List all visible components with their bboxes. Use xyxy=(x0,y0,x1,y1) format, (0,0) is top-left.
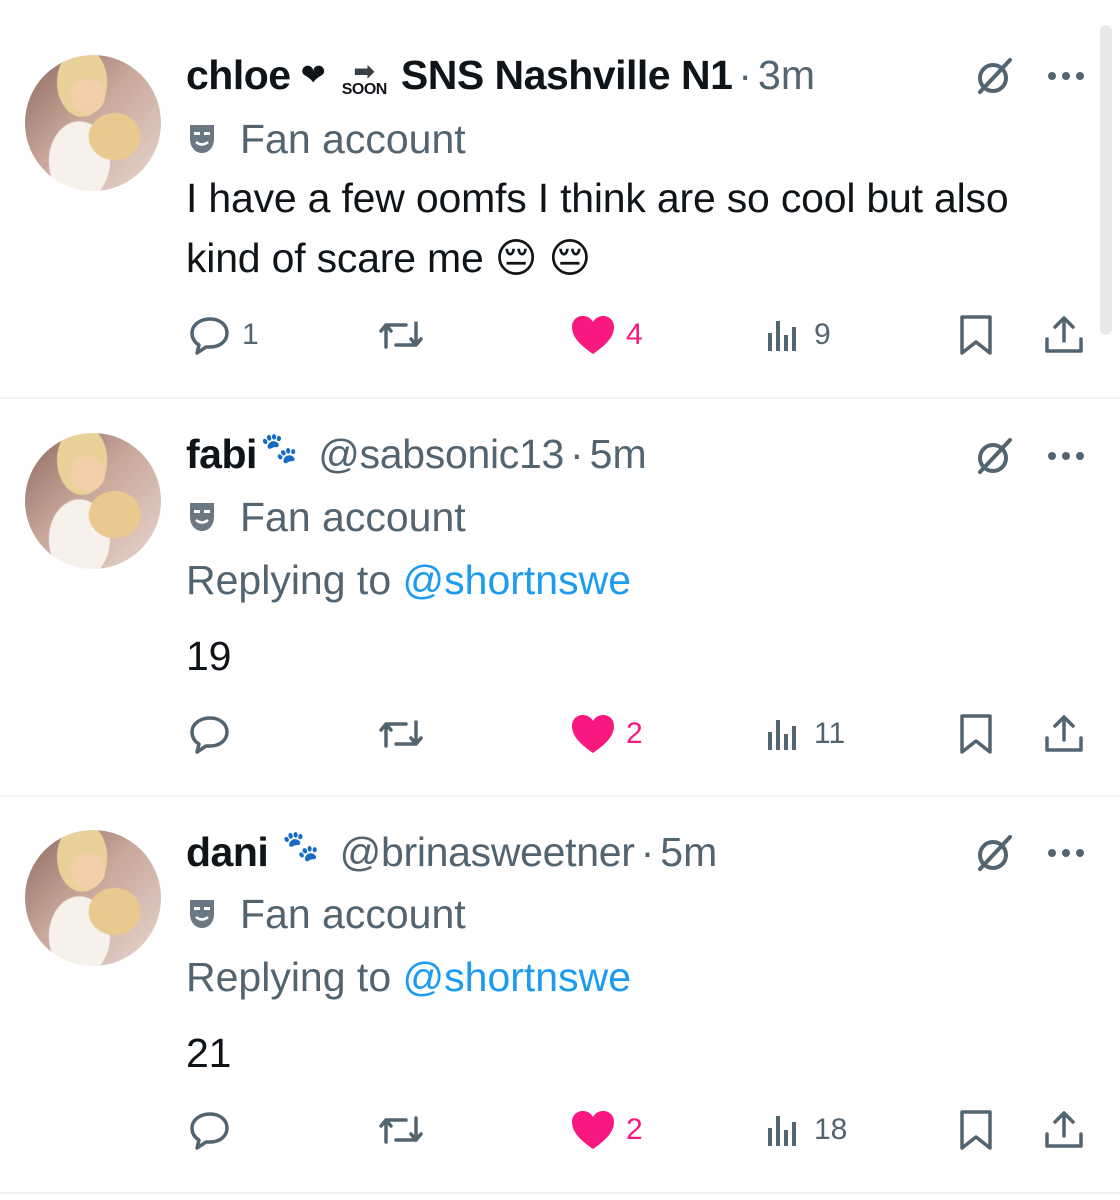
reply-button[interactable]: 1 xyxy=(188,310,259,360)
tweet-actions: 1 4 9 xyxy=(186,310,1086,360)
tweet-3[interactable]: dani 🐾 @brinasweetner · 5m Fan account R… xyxy=(0,797,1120,1193)
share-button[interactable] xyxy=(1042,1105,1086,1155)
timestamp[interactable]: 3m xyxy=(758,52,815,99)
heart-icon xyxy=(572,316,614,354)
avatar[interactable] xyxy=(25,830,161,966)
views-count: 18 xyxy=(814,1113,848,1146)
retweet-button[interactable] xyxy=(376,1105,426,1155)
like-count: 2 xyxy=(626,1113,643,1146)
theater-mask-icon xyxy=(186,122,218,156)
badge-label: Fan account xyxy=(240,890,466,937)
user-handle[interactable]: @sabsonic13 xyxy=(318,431,564,478)
replying-to: Replying to @shortnswe xyxy=(186,557,631,604)
reply-button[interactable] xyxy=(188,1105,242,1155)
tweet-actions: 2 11 xyxy=(186,709,1086,759)
reply-count: 1 xyxy=(242,318,259,351)
grok-icon[interactable] xyxy=(970,829,1018,877)
like-button[interactable]: 2 xyxy=(570,709,643,759)
like-button[interactable]: 4 xyxy=(570,310,643,360)
divider xyxy=(0,1192,1120,1194)
views-icon xyxy=(768,1116,796,1146)
theater-mask-icon xyxy=(186,897,218,931)
grok-icon[interactable] xyxy=(970,52,1018,100)
tweet-1[interactable]: chloe ❤ ➡ SOON SNS Nashville N1 · 3m Fan… xyxy=(0,0,1120,398)
share-icon xyxy=(1045,316,1083,353)
soon-arrow-icon: ➡ SOON xyxy=(341,56,388,98)
tweet-text: 19 xyxy=(186,633,232,679)
reply-icon xyxy=(190,1112,229,1150)
heart-emoji-icon: ❤ xyxy=(300,58,326,92)
display-name[interactable]: fabi xyxy=(186,431,257,478)
avatar[interactable] xyxy=(25,433,161,569)
bookmark-icon xyxy=(960,315,992,355)
replying-to: Replying to @shortnswe xyxy=(186,954,631,1001)
replying-prefix: Replying to xyxy=(186,954,403,1000)
fan-account-badge: Fan account xyxy=(186,114,466,164)
user-handle[interactable]: @brinasweetner xyxy=(340,829,635,876)
views-button[interactable]: 9 xyxy=(764,310,831,360)
tweet-text: I have a few oomfs I think are so cool b… xyxy=(186,175,1009,281)
more-options-icon[interactable] xyxy=(1042,52,1090,100)
reply-icon xyxy=(190,317,229,355)
views-button[interactable]: 18 xyxy=(764,1105,847,1155)
tweet-2[interactable]: fabi 🐾 @sabsonic13 · 5m Fan account Repl… xyxy=(0,399,1120,795)
separator-dot: · xyxy=(570,430,584,477)
like-button[interactable]: 2 xyxy=(570,1105,643,1155)
display-name[interactable]: chloe xyxy=(186,52,291,99)
views-icon xyxy=(768,321,796,351)
timestamp[interactable]: 5m xyxy=(590,431,647,478)
bookmark-button[interactable] xyxy=(956,310,996,360)
tweet-text: 21 xyxy=(186,1030,232,1076)
bookmark-icon xyxy=(960,714,992,754)
more-options-icon[interactable] xyxy=(1042,432,1090,480)
retweet-icon xyxy=(379,321,423,349)
separator-dot: · xyxy=(738,51,753,98)
badge-label: Fan account xyxy=(240,115,466,162)
share-button[interactable] xyxy=(1042,310,1086,360)
heart-icon xyxy=(572,715,614,753)
views-count: 11 xyxy=(814,717,846,750)
scrollbar[interactable] xyxy=(1100,25,1112,335)
more-options-icon[interactable] xyxy=(1042,829,1090,877)
paw-prints-icon: 🐾 xyxy=(282,829,320,863)
retweet-icon xyxy=(379,1116,423,1144)
bookmark-icon xyxy=(960,1110,992,1150)
reply-button[interactable] xyxy=(188,709,242,759)
views-icon xyxy=(768,720,796,750)
theater-mask-icon xyxy=(186,500,218,534)
like-count: 4 xyxy=(626,318,643,351)
retweet-button[interactable] xyxy=(376,310,426,360)
replying-prefix: Replying to xyxy=(186,557,403,603)
replying-handle-link[interactable]: @shortnswe xyxy=(403,954,631,1000)
badge-label: Fan account xyxy=(240,493,466,540)
bookmark-button[interactable] xyxy=(956,709,996,759)
bookmark-button[interactable] xyxy=(956,1105,996,1155)
display-name-tail[interactable]: SNS Nashville N1 xyxy=(401,52,733,99)
views-count: 9 xyxy=(814,318,831,351)
fan-account-badge: Fan account xyxy=(186,889,466,939)
retweet-button[interactable] xyxy=(376,709,426,759)
share-icon xyxy=(1045,715,1083,752)
grok-icon[interactable] xyxy=(970,432,1018,480)
replying-handle-link[interactable]: @shortnswe xyxy=(403,557,631,603)
paw-prints-icon: 🐾 xyxy=(260,431,299,465)
share-button[interactable] xyxy=(1042,709,1086,759)
heart-icon xyxy=(572,1111,614,1149)
share-icon xyxy=(1045,1111,1083,1148)
avatar[interactable] xyxy=(25,55,161,191)
retweet-icon xyxy=(379,720,423,748)
reply-icon xyxy=(190,716,229,754)
separator-dot: · xyxy=(640,828,655,875)
timestamp[interactable]: 5m xyxy=(660,829,717,876)
fan-account-badge: Fan account xyxy=(186,492,466,542)
like-count: 2 xyxy=(626,717,643,750)
tweet-actions: 2 18 xyxy=(186,1105,1086,1155)
display-name[interactable]: dani xyxy=(186,829,269,876)
views-button[interactable]: 11 xyxy=(764,709,845,759)
